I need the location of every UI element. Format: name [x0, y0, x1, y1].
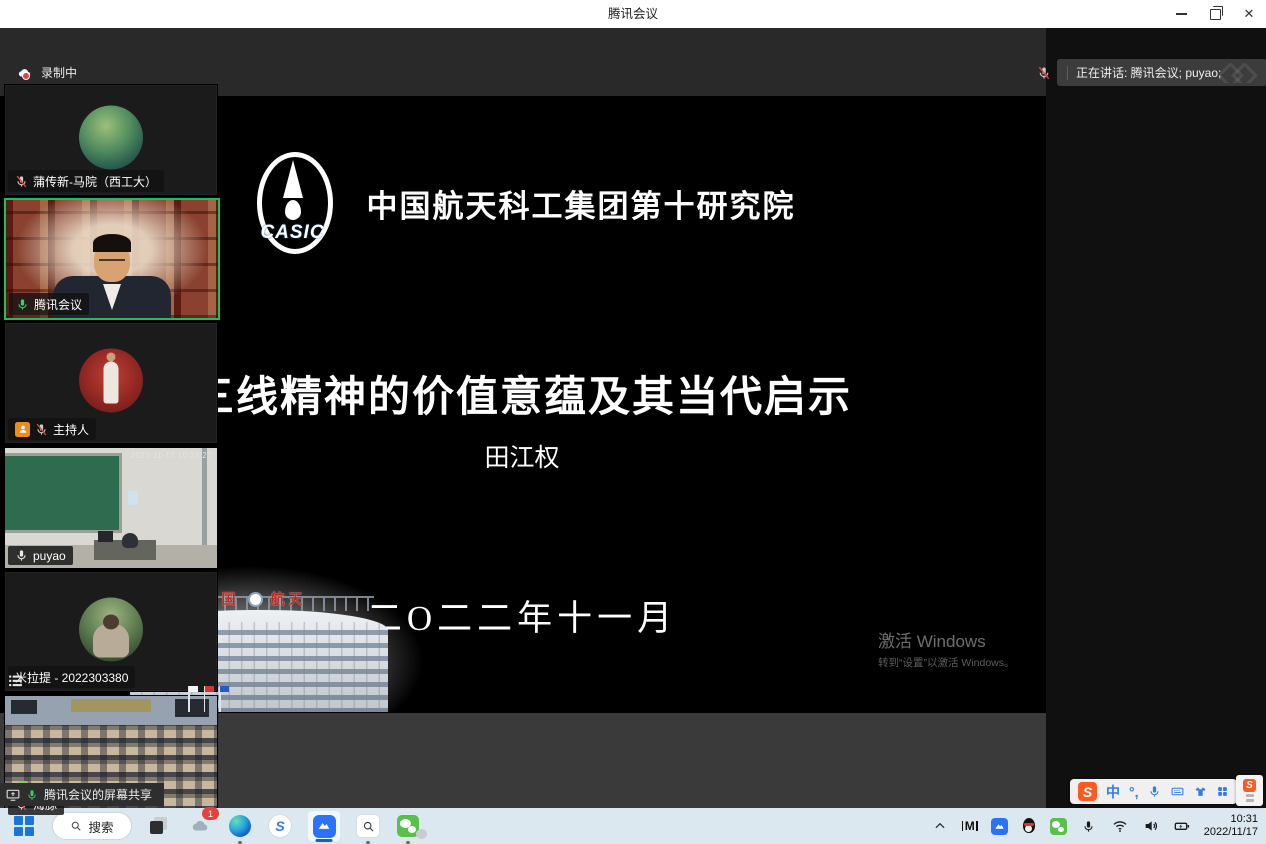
avatar — [79, 348, 143, 412]
wifi-tray-icon[interactable] — [1111, 817, 1129, 835]
wechat-tray-icon[interactable] — [1050, 818, 1067, 835]
tencent-meeting-taskbar-button[interactable] — [308, 814, 340, 838]
mic-on-icon — [16, 298, 29, 311]
slide-org-name: 中国航天科工集团第十研究院 — [367, 181, 796, 226]
ime-skin-icon[interactable] — [1194, 785, 1207, 798]
casic-logo-text: CASIC — [249, 222, 337, 244]
participant-tile[interactable]: 2022-11-17 10:28:27 puyao — [4, 447, 218, 569]
participants-sidebar — [1046, 28, 1266, 808]
slide-author: 田江权 — [130, 438, 914, 474]
widgets-weather-button[interactable]: 1 — [188, 814, 212, 838]
participant-nametag: 腾讯会议 — [9, 293, 89, 315]
qq-tray-icon[interactable] — [1021, 818, 1037, 835]
search-app-taskbar-button[interactable] — [356, 814, 380, 838]
battery-tray-icon[interactable] — [1173, 817, 1191, 835]
edge-taskbar-button[interactable] — [228, 814, 252, 838]
wechat-icon — [397, 815, 419, 837]
search-label: 搜索 — [88, 817, 113, 836]
start-button[interactable] — [12, 814, 36, 838]
slide-header: CASIC 中国航天科工集团第十研究院 — [130, 150, 914, 256]
tencent-meeting-window: 腾讯会议 ✕ 录制中 CASIC 中国航天科工集团第十研究院 三线精神的价值意蕴 — [0, 0, 1266, 844]
participant-tile[interactable]: 腾讯会议 — [4, 198, 220, 320]
close-button[interactable]: ✕ — [1232, 0, 1266, 28]
share-banner-label: 腾讯会议的屏幕共享 — [44, 786, 152, 803]
screen-share-banner[interactable]: 腾讯会议的屏幕共享 — [0, 783, 164, 806]
casic-logo: CASIC — [249, 150, 337, 256]
wechat-secondary-bubble-icon — [416, 829, 427, 839]
building-flags — [188, 686, 221, 712]
participant-nametag: 米拉提 - 2022303380 — [8, 666, 135, 688]
participant-nametag: 主持人 — [8, 418, 96, 440]
window-titlebar: 腾讯会议 ✕ — [0, 0, 1266, 28]
sogou-logo-icon: S — [1243, 779, 1256, 792]
recording-indicator[interactable]: 录制中 — [16, 64, 77, 81]
speaking-toast-text: 正在讲话: 腾讯会议; puyao; — [1076, 64, 1221, 81]
avatar — [79, 597, 143, 661]
wechat-taskbar-button[interactable] — [396, 814, 420, 838]
m-app-tray-icon[interactable]: M — [962, 819, 978, 833]
participant-tile[interactable]: 米拉提 - 2022303380 — [4, 571, 218, 692]
tencent-meeting-tray-icon[interactable] — [991, 818, 1008, 835]
search-app-icon — [356, 814, 380, 838]
mic-muted-icon — [35, 423, 48, 436]
tencent-meeting-icon — [313, 815, 336, 838]
recording-label: 录制中 — [41, 64, 77, 81]
search-icon — [70, 820, 82, 832]
avatar — [79, 105, 143, 169]
mic-on-icon — [26, 789, 38, 801]
sogou-logo-icon[interactable]: S — [1078, 782, 1097, 801]
notification-badge: 1 — [202, 807, 219, 820]
rocket-icon — [283, 160, 303, 198]
ime-toolbox-icon[interactable] — [1216, 785, 1229, 798]
cloud-recording-icon — [16, 66, 33, 80]
participant-tile[interactable]: 主持人 — [4, 322, 218, 444]
minimize-button[interactable] — [1164, 0, 1198, 28]
windows-activation-watermark: 激活 Windows 转到“设置”以激活 Windows。 — [878, 627, 1015, 670]
ime-voice-icon[interactable] — [1148, 785, 1161, 798]
sogou-taskbar-button[interactable]: S — [268, 814, 292, 838]
mic-muted-icon — [15, 175, 28, 188]
taskbar-search[interactable]: 搜索 — [52, 812, 132, 840]
ime-mode-toggle[interactable]: 中 — [1106, 785, 1120, 799]
speaking-indicator-toast: 正在讲话: 腾讯会议; puyao; — [1037, 59, 1266, 86]
building-emblem-icon — [248, 592, 263, 607]
camera-timestamp: 2022-11-17 10:28:27 — [131, 451, 212, 460]
ime-mini-panel[interactable]: S — [1236, 775, 1263, 806]
microphone-tray-icon[interactable] — [1080, 817, 1098, 835]
toast-watermark-icon — [1219, 63, 1259, 83]
clock-date: 2022/11/17 — [1204, 826, 1258, 840]
participant-nametag: puyao — [8, 546, 73, 565]
window-title: 腾讯会议 — [0, 0, 1266, 28]
clock-time: 10:31 — [1204, 813, 1258, 827]
windows-logo-icon — [14, 816, 34, 836]
mic-muted-icon — [1037, 66, 1051, 80]
participant-tile[interactable]: 蒲传新-马院（西工大） — [4, 84, 218, 196]
slide-title: 三线精神的价值意蕴及其当代启示 — [130, 363, 914, 424]
taskbar-clock[interactable]: 10:31 2022/11/17 — [1204, 813, 1258, 840]
ime-punctuation-toggle[interactable]: °, — [1129, 785, 1139, 799]
screen-share-icon — [6, 788, 20, 802]
windows-taskbar: 搜索 1 S — [0, 808, 1266, 844]
layout-list-icon[interactable] — [6, 672, 25, 694]
host-badge-icon — [15, 422, 30, 437]
volume-tray-icon[interactable] — [1142, 817, 1160, 835]
ime-keyboard-icon[interactable] — [1170, 785, 1185, 798]
participant-nametag: 蒲传新-马院（西工大） — [8, 170, 164, 192]
tray-expand-chevron-icon[interactable] — [931, 817, 949, 835]
window-controls: ✕ — [1164, 0, 1266, 28]
sogou-icon: S — [268, 814, 292, 838]
mic-on-icon — [15, 549, 28, 562]
task-view-button[interactable] — [148, 814, 172, 838]
presentation-slide: CASIC 中国航天科工集团第十研究院 三线精神的价值意蕴及其当代启示 田江权 … — [130, 120, 914, 712]
edge-icon — [229, 815, 251, 837]
ime-toolbar: S 中 °, — [1070, 779, 1237, 804]
restore-button[interactable] — [1198, 0, 1232, 28]
